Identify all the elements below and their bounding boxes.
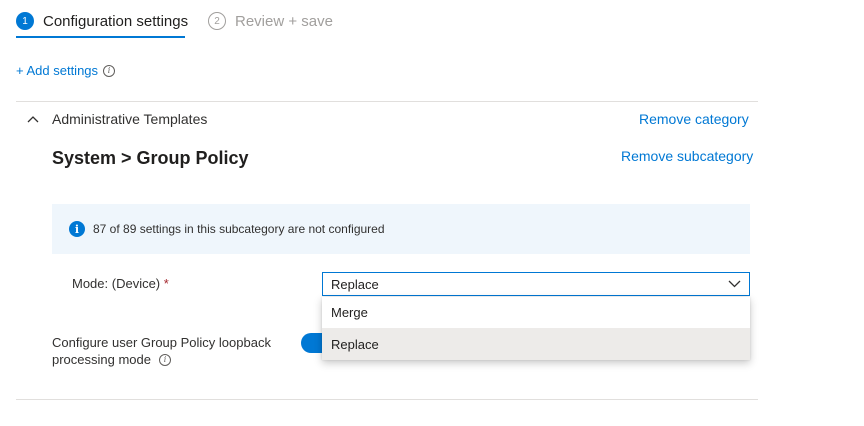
step-label-configuration: Configuration settings [43, 12, 189, 30]
mode-label: Mode: (Device) * [72, 276, 169, 291]
loopback-label-line2: processing mode [52, 352, 151, 367]
dropdown-option-replace[interactable]: Replace [322, 328, 750, 360]
info-icon: i [69, 221, 85, 237]
dropdown-option-merge[interactable]: Merge [322, 297, 750, 328]
required-asterisk: * [163, 276, 169, 291]
chevron-down-icon [728, 280, 741, 288]
active-step-underline [16, 36, 185, 38]
info-icon[interactable]: i [103, 64, 116, 77]
remove-subcategory-link[interactable]: Remove subcategory [621, 148, 753, 164]
info-banner: i 87 of 89 settings in this subcategory … [52, 204, 750, 254]
mode-label-text: Mode: (Device) [72, 276, 161, 291]
category-title: Administrative Templates [52, 111, 208, 127]
mode-dropdown-menu: Merge Replace [322, 297, 750, 360]
loopback-label: Configure user Group Policy loopback pro… [52, 334, 271, 368]
step-label-review: Review + save [235, 12, 333, 30]
subcategory-title: System > Group Policy [52, 148, 249, 168]
chevron-up-icon[interactable] [27, 115, 39, 123]
step-number-1: 1 [16, 12, 34, 30]
loopback-label-line1: Configure user Group Policy loopback [52, 335, 271, 350]
add-settings-row: + Add settings i [16, 63, 116, 78]
mode-dropdown-value: Replace [331, 276, 379, 292]
step-number-2: 2 [208, 12, 226, 30]
info-icon[interactable]: i [159, 353, 171, 366]
wizard-step-review[interactable]: 2 Review + save [208, 12, 333, 30]
mode-dropdown[interactable]: Replace [322, 272, 750, 296]
category-divider-top [16, 101, 758, 102]
add-settings-link[interactable]: + Add settings [16, 63, 98, 78]
banner-text: 87 of 89 settings in this subcategory ar… [93, 222, 385, 236]
category-divider-bottom [16, 399, 758, 400]
wizard-step-configuration[interactable]: 1 Configuration settings [16, 12, 188, 30]
remove-category-link[interactable]: Remove category [639, 111, 749, 127]
